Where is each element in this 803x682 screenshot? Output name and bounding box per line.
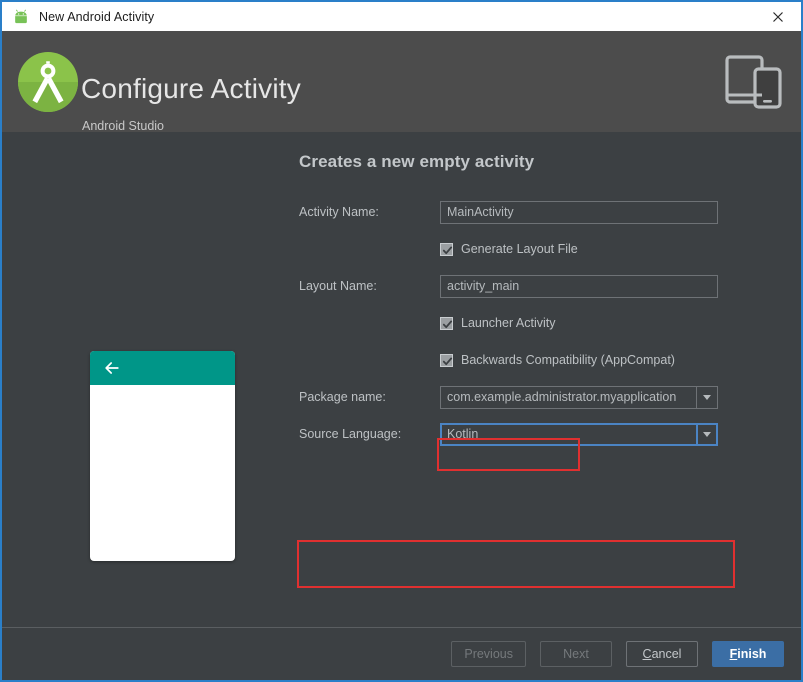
android-studio-logo-icon	[16, 50, 80, 114]
cancel-button-mnemonic: C	[643, 647, 652, 661]
form-section-title: Creates a new empty activity	[299, 152, 739, 172]
launcher-activity-checkbox[interactable]	[440, 317, 453, 330]
package-name-combobox[interactable]: com.example.administrator.myapplication	[440, 386, 718, 409]
activity-name-label: Activity Name:	[299, 205, 440, 219]
cancel-button[interactable]: Cancel	[626, 641, 698, 667]
next-button[interactable]: Next	[540, 641, 612, 667]
dialog-footer: Previous Next Cancel Finish	[2, 628, 801, 680]
generate-layout-file-row[interactable]: Generate Layout File	[299, 237, 739, 261]
tablet-and-phone-icon	[722, 51, 784, 111]
android-robot-icon	[11, 7, 31, 27]
activity-name-row: Activity Name:	[299, 200, 739, 224]
finish-button-label: inish	[737, 647, 766, 661]
layout-name-input[interactable]	[440, 275, 718, 298]
title-bar: New Android Activity	[2, 2, 801, 31]
dialog-header: Configure Activity Android Studio	[2, 31, 801, 132]
package-name-label: Package name:	[299, 390, 440, 404]
chevron-down-icon	[703, 432, 711, 437]
close-button[interactable]	[755, 2, 801, 31]
chevron-down-icon	[703, 395, 711, 400]
generate-layout-file-checkbox[interactable]	[440, 243, 453, 256]
previous-button[interactable]: Previous	[451, 641, 526, 667]
preview-appbar	[90, 351, 235, 385]
dialog-body: Creates a new empty activity Activity Na…	[2, 132, 801, 627]
layout-name-label: Layout Name:	[299, 279, 440, 293]
activity-preview-thumbnail	[90, 351, 235, 561]
back-arrow-icon	[102, 358, 122, 378]
source-language-label: Source Language:	[299, 427, 440, 441]
launcher-activity-label: Launcher Activity	[461, 316, 556, 330]
backwards-compatibility-checkbox[interactable]	[440, 354, 453, 367]
finish-button[interactable]: Finish	[712, 641, 784, 667]
backwards-compatibility-label: Backwards Compatibility (AppCompat)	[461, 353, 675, 367]
source-language-dropdown-button[interactable]	[696, 423, 718, 446]
package-name-dropdown-button[interactable]	[696, 386, 718, 409]
close-icon	[771, 10, 785, 24]
cancel-button-label: ancel	[652, 647, 682, 661]
checkmark-icon	[442, 319, 453, 330]
source-language-row: Source Language: Kotlin	[299, 422, 739, 446]
launcher-activity-row[interactable]: Launcher Activity	[299, 311, 739, 335]
title-bar-text: New Android Activity	[39, 10, 755, 24]
activity-form: Creates a new empty activity Activity Na…	[299, 152, 739, 459]
source-language-combobox[interactable]: Kotlin	[440, 423, 718, 446]
backwards-compatibility-row[interactable]: Backwards Compatibility (AppCompat)	[299, 348, 739, 372]
checkmark-icon	[442, 356, 453, 367]
new-android-activity-dialog: New Android Activity Configure Activity …	[0, 0, 803, 682]
package-name-row: Package name: com.example.administrator.…	[299, 385, 739, 409]
source-language-value: Kotlin	[440, 423, 696, 446]
package-name-value: com.example.administrator.myapplication	[440, 386, 696, 409]
generate-layout-file-label: Generate Layout File	[461, 242, 578, 256]
annotation-box-source-language	[297, 540, 735, 588]
activity-name-input[interactable]	[440, 201, 718, 224]
page-subtitle: Android Studio	[82, 119, 164, 133]
checkmark-icon	[442, 245, 453, 256]
page-title: Configure Activity	[81, 73, 301, 105]
layout-name-row: Layout Name:	[299, 274, 739, 298]
